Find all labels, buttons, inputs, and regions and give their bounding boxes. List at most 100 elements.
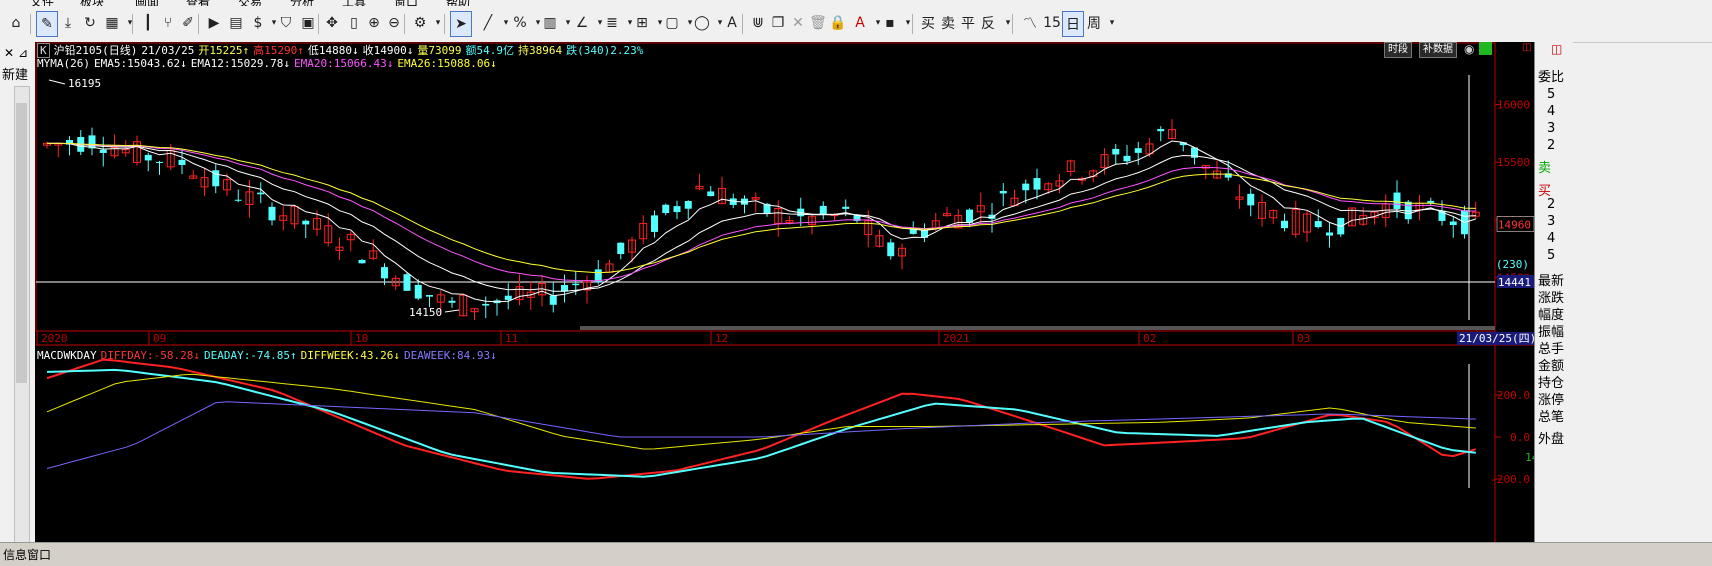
pointer-icon[interactable]: ➤ [450, 11, 472, 37]
line-chart-icon[interactable]: 〽 [1020, 11, 1040, 35]
percent-icon[interactable]: % [510, 11, 530, 35]
buy-icon[interactable]: 买 [918, 11, 938, 35]
macd-line [46, 373, 1476, 450]
candle-body-down [381, 267, 388, 279]
kline-icon[interactable]: ┃ [138, 11, 158, 35]
toolbar: ⌂ ✎ ⤓ ↻ ▦ ▾ ┃ ⑂ ✐ ▶ ▤ $ ▾ ⛉ ▣ ✥ ▯ ⊕ ⊖ ⚙ … [0, 6, 1712, 43]
right-panel-item: 3 [1547, 214, 1556, 229]
download-icon[interactable]: ⤓ [58, 11, 78, 35]
info-window-label[interactable]: 信息窗口 [3, 546, 51, 563]
refresh-icon[interactable]: ↻ [80, 11, 100, 35]
chart-area[interactable]: 1600015500150001450014960(230)1444116195… [35, 42, 1534, 542]
zoom-out-icon[interactable]: ⊖ [384, 11, 404, 35]
trash-icon[interactable]: 🗑 [808, 11, 828, 35]
reverse-icon[interactable]: 反 [978, 11, 998, 35]
home-icon[interactable]: ⌂ [6, 11, 26, 35]
grid-icon[interactable]: ⊞ [632, 11, 652, 35]
settings-icon[interactable]: ⚙ [410, 11, 430, 35]
chevron-down-icon[interactable]: ▾ [120, 11, 140, 35]
candle-body-down [572, 283, 580, 286]
date-axis-label: 12 [715, 332, 728, 345]
font-color-icon[interactable]: A [850, 11, 870, 35]
line-tool-icon[interactable]: ╱ [478, 11, 498, 35]
date-axis-label: 2021 [943, 332, 970, 345]
candle-body-down [1134, 148, 1142, 153]
chevron-down-icon[interactable]: ▾ [998, 11, 1018, 35]
kline-chart-svg[interactable]: 1600015500150001450014960(230)1444116195… [35, 42, 1534, 542]
volume-label: 量73099 [417, 44, 462, 57]
candle-body-down [268, 206, 276, 221]
symbol-label: 沪铅2105(日线) [53, 44, 138, 57]
close-chart-icon[interactable]: ◫ [1522, 42, 1531, 53]
close-icon[interactable]: ✕ [4, 46, 14, 60]
zoom-in-icon[interactable]: ⊕ [364, 11, 384, 35]
min-marker-line [444, 309, 460, 313]
open-label: 开15225↑ [198, 44, 250, 57]
pin-icon[interactable]: ⊿ [18, 46, 28, 60]
sell-icon[interactable]: 卖 [938, 11, 958, 35]
date-axis-label: 03 [1297, 332, 1310, 345]
magnet-icon[interactable]: ⋓ [748, 11, 768, 35]
channel-icon[interactable]: ▥ [540, 11, 560, 35]
candle-body-down [684, 201, 692, 209]
date-label: 21/03/25 [141, 44, 195, 57]
lock-icon[interactable]: 🔒 [828, 11, 848, 35]
candle-body-down [426, 295, 433, 297]
status-green-icon[interactable] [1479, 42, 1492, 55]
candle-body-down [99, 149, 107, 153]
indicator-icon[interactable]: ⑂ [158, 11, 178, 35]
document-icon[interactable]: ▤ [226, 11, 246, 35]
time-segment-button[interactable]: 时段 [1384, 42, 1412, 58]
current-price-label: 14960 [1498, 219, 1531, 232]
day-period-icon[interactable]: 日 [1062, 11, 1084, 37]
chevron-down-icon[interactable]: ▾ [898, 11, 918, 35]
filter-icon[interactable]: ⛉ [276, 11, 296, 35]
min-price-label: 14150 [409, 306, 442, 319]
candle-body-down [1033, 178, 1041, 190]
candle-body-down [403, 274, 411, 291]
move-icon[interactable]: ✥ [322, 11, 342, 35]
rectangle-icon[interactable]: ▢ [662, 11, 682, 35]
quote-header: K 沪铅2105(日线) 21/03/25 开15225↑ 高15290↑ 低14880↓… [37, 42, 647, 58]
play-icon[interactable]: ▶ [204, 11, 224, 35]
circle-icon[interactable]: ◯ [692, 11, 712, 35]
right-panel-item: 2 [1547, 138, 1556, 153]
period-15-button[interactable]: 15 [1042, 11, 1062, 35]
ma-name: MYMA(26) [37, 57, 90, 70]
copy-icon[interactable]: ❐ [768, 11, 788, 35]
draw-pen-icon[interactable]: ✎ [36, 11, 58, 37]
save-icon[interactable]: ▪ [880, 11, 900, 35]
high-label: 高15290↑ [253, 44, 304, 57]
layout-grid-icon[interactable]: ▦ [102, 11, 122, 35]
delete-icon[interactable]: ✕ [788, 11, 808, 35]
right-panel-icon[interactable]: ◫ [1551, 42, 1562, 56]
date-cursor-label: 21/03/25(四) [1459, 332, 1534, 345]
candle-body-down [156, 161, 163, 163]
fill-data-button[interactable]: 补数据 [1419, 42, 1457, 58]
candle-body-down [178, 159, 186, 166]
calculator-icon[interactable]: ▣ [298, 11, 318, 35]
candle-body-down [482, 303, 490, 306]
right-panel-item: 总笔 [1538, 410, 1565, 425]
left-scrollbar[interactable] [14, 86, 30, 548]
text-tool-icon[interactable]: A [722, 11, 742, 35]
date-axis-label: 10 [355, 332, 368, 345]
candle-body-down [358, 259, 366, 264]
camera-icon[interactable]: ◉ [1464, 42, 1474, 56]
fib-icon[interactable]: ≣ [602, 11, 622, 35]
chevron-down-icon[interactable]: ▾ [1102, 11, 1122, 35]
amount-label: 额54.9亿 [465, 44, 514, 57]
chart-hscrollbar [580, 326, 1495, 330]
candle-body-down [999, 190, 1007, 194]
vertical-bar-icon[interactable]: ▯ [344, 11, 364, 35]
edit-icon[interactable]: ✐ [178, 11, 198, 35]
left-panel: ✕ ⊿ 新建 [0, 42, 36, 548]
flat-icon[interactable]: 平 [958, 11, 978, 35]
period-week-button[interactable]: 周 [1084, 11, 1104, 35]
chevron-down-icon[interactable]: ▾ [428, 11, 448, 35]
new-button[interactable]: 新建 [2, 64, 28, 83]
deaday-label: DEADAY:-74.85↑ [203, 349, 297, 362]
angle-icon[interactable]: ∠ [572, 11, 592, 35]
k-tag[interactable]: K [37, 43, 50, 58]
candle-body-down [1427, 200, 1435, 203]
